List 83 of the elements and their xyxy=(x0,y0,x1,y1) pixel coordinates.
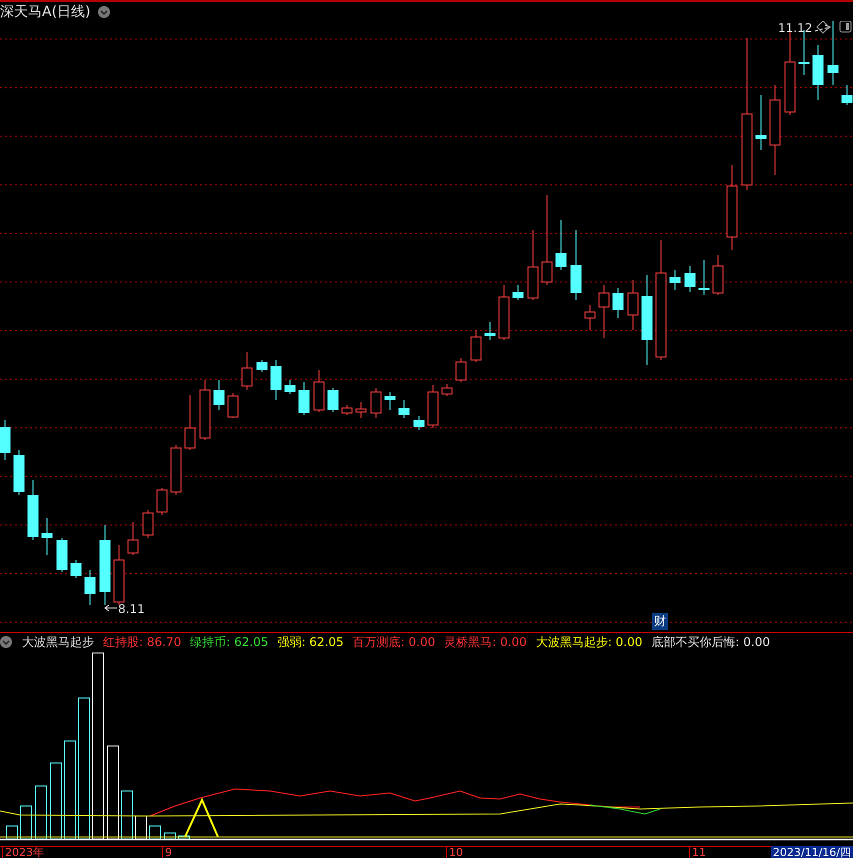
layout-toggle-icon[interactable] xyxy=(840,21,852,32)
candlestick xyxy=(628,280,638,330)
candlestick xyxy=(228,392,238,418)
candlestick xyxy=(498,284,510,340)
candlestick xyxy=(242,352,252,390)
legend-value: 底部不买你后悔: 0.00 xyxy=(651,634,770,650)
candlestick xyxy=(0,420,10,460)
axis-label: 10 xyxy=(446,846,463,858)
arrow-icon xyxy=(814,24,832,32)
candlestick xyxy=(156,488,168,516)
candlestick xyxy=(42,518,52,556)
axis-label: 11 xyxy=(689,846,706,858)
candlestick xyxy=(284,380,296,394)
candlestick xyxy=(114,544,124,606)
candlestick xyxy=(184,394,196,450)
candlestick xyxy=(428,384,438,428)
candlestick xyxy=(84,570,96,606)
legend-value: 灵桥黑马: 0.00 xyxy=(444,634,527,650)
legend-value: 百万测底: 0.00 xyxy=(352,634,436,650)
indicator-name: 大波黑马起步 xyxy=(22,634,94,650)
axis-label: 2023年 xyxy=(2,846,44,858)
legend-value: 绿持币: 62.05 xyxy=(190,634,268,650)
high-price-label: 11.12 xyxy=(778,21,812,35)
candlestick xyxy=(698,260,710,296)
legend-value: 强弱: 62.05 xyxy=(277,634,344,650)
histogram-bar xyxy=(164,832,176,840)
histogram-bar xyxy=(135,816,147,840)
candlestick xyxy=(528,230,538,300)
candlestick xyxy=(328,388,338,412)
candlestick xyxy=(214,380,224,410)
candlestick xyxy=(484,322,496,340)
candlestick xyxy=(270,360,282,400)
candlestick xyxy=(70,560,82,578)
candlestick xyxy=(384,392,396,410)
histogram-bar xyxy=(121,790,133,840)
axis-label: 9 xyxy=(162,846,172,858)
candlestick xyxy=(28,480,38,540)
candlestick xyxy=(128,522,138,556)
candlestick xyxy=(684,266,696,292)
candlestick xyxy=(342,404,352,416)
histogram-bar xyxy=(178,836,190,840)
candlestick xyxy=(442,384,452,396)
collapse-icon[interactable] xyxy=(98,6,110,18)
histogram-bar xyxy=(149,826,161,840)
histogram-bar xyxy=(35,786,47,840)
candlestick xyxy=(470,330,482,362)
candlestick xyxy=(712,254,724,296)
histogram-bar xyxy=(6,826,18,840)
arrow-icon xyxy=(104,604,118,612)
low-price-label: 8.11 xyxy=(118,602,145,616)
candlestick xyxy=(56,538,68,572)
candlestick xyxy=(14,450,24,496)
candlestick xyxy=(356,402,366,418)
candlestick xyxy=(828,21,838,86)
legend-value: 大波黑马起步: 0.00 xyxy=(536,634,642,650)
candlestick xyxy=(812,44,824,100)
candlestick xyxy=(556,220,566,270)
candlestick xyxy=(414,416,424,430)
candlestick xyxy=(256,360,268,372)
candlestick xyxy=(756,94,766,150)
candlestick xyxy=(142,510,154,538)
candlestick xyxy=(842,84,852,106)
collapse-icon[interactable] xyxy=(0,636,12,648)
candlestick xyxy=(398,400,410,418)
candlestick xyxy=(456,358,466,382)
candlestick xyxy=(370,388,382,418)
candlestick xyxy=(170,444,182,496)
candlestick xyxy=(670,270,680,290)
candlestick xyxy=(570,230,582,300)
chart-title: 深天马A(日线) xyxy=(0,2,91,20)
diamond-icon[interactable] xyxy=(816,21,830,34)
candlestick xyxy=(200,380,210,440)
candlestick xyxy=(584,304,596,330)
legend-value: 红持股: 86.70 xyxy=(103,634,182,650)
sell-signal-line xyxy=(590,804,660,815)
candlestick xyxy=(298,382,310,416)
finance-marker[interactable]: 财 xyxy=(652,613,668,630)
candlestick xyxy=(314,370,324,412)
current-date-label: 2023/11/16/四 xyxy=(770,846,853,858)
candlestick xyxy=(612,288,624,318)
candlestick xyxy=(598,284,610,338)
candlestick xyxy=(512,284,524,300)
histogram-bar xyxy=(20,806,32,840)
